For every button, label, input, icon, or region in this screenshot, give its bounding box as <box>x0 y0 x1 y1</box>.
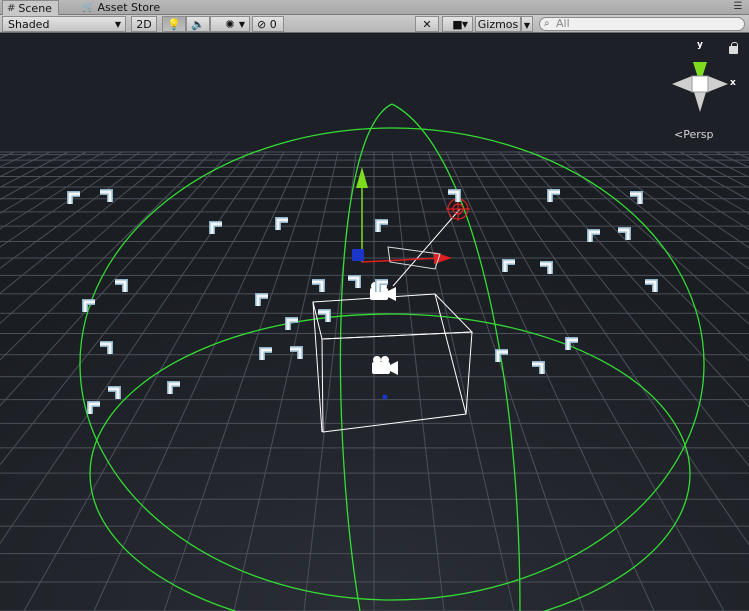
tab-scene-label: Scene <box>18 1 52 15</box>
gizmo-x-label: x <box>730 78 736 88</box>
search-icon: ⌕ <box>544 18 550 29</box>
grid-icon: # <box>7 2 16 14</box>
hidden-layers-button[interactable]: ⊘ 0 <box>252 16 284 32</box>
gizmos-button[interactable]: Gizmos <box>475 16 521 32</box>
scene-canvas[interactable] <box>0 34 749 611</box>
scene-viewport[interactable]: y x <Persp <box>0 34 749 611</box>
tools-icon: ✕ <box>422 18 432 31</box>
tab-asset-store-label: Asset Store <box>97 0 161 14</box>
scene-toolbar: Shaded ▼ 2D 💡 🔈 ✺ ▼ ⊘ 0 ✕ ■ ▼ Gizmos ▼ ⌕… <box>0 15 749 33</box>
chevron-down-icon: ▼ <box>114 20 121 29</box>
effects-dropdown[interactable]: ✺ ▼ <box>210 16 250 32</box>
tab-bar: # Scene 🛒 Asset Store ☰ <box>0 0 749 16</box>
speaker-icon: 🔈 <box>191 18 205 31</box>
z-axis-plane[interactable] <box>352 249 364 261</box>
projection-label: Persp <box>683 128 714 141</box>
lighting-toggle-button[interactable]: 💡 <box>162 16 186 32</box>
projection-toggle[interactable]: <Persp <box>674 128 713 141</box>
chevron-down-icon: ▼ <box>523 21 531 30</box>
gizmo-y-label: y <box>697 40 703 50</box>
search-placeholder: All <box>556 17 570 30</box>
2d-toggle-label: 2D <box>136 18 152 31</box>
object-pivot <box>382 394 388 400</box>
search-input[interactable]: ⌕ All <box>539 17 745 31</box>
tools-button[interactable]: ✕ <box>415 16 439 32</box>
tab-menu-icon[interactable]: ☰ <box>731 1 745 13</box>
gizmos-dropdown-arrow[interactable]: ▼ <box>521 16 533 32</box>
2d-toggle-button[interactable]: 2D <box>131 16 157 32</box>
camera-dropdown[interactable]: ■ ▼ <box>442 16 473 32</box>
draw-mode-dropdown[interactable]: Shaded ▼ <box>2 16 126 32</box>
eye-hidden-icon: ⊘ <box>257 18 267 31</box>
lightbulb-icon: 💡 <box>167 18 181 31</box>
chevron-down-icon: ▼ <box>461 20 468 29</box>
chevron-left-icon: < <box>674 128 684 141</box>
store-icon: 🛒 <box>82 1 95 13</box>
hidden-layers-count: 0 <box>269 18 277 31</box>
gizmos-label: Gizmos <box>477 18 519 31</box>
draw-mode-value: Shaded <box>8 18 50 31</box>
gizmo-center-cube[interactable] <box>691 75 709 93</box>
tab-asset-store[interactable]: 🛒 Asset Store <box>78 0 166 15</box>
effects-icon: ✺ <box>225 18 235 31</box>
audio-toggle-button[interactable]: 🔈 <box>186 16 210 32</box>
lock-icon[interactable] <box>729 42 738 54</box>
tab-scene[interactable]: # Scene <box>2 0 59 16</box>
chevron-down-icon: ▼ <box>238 20 245 29</box>
